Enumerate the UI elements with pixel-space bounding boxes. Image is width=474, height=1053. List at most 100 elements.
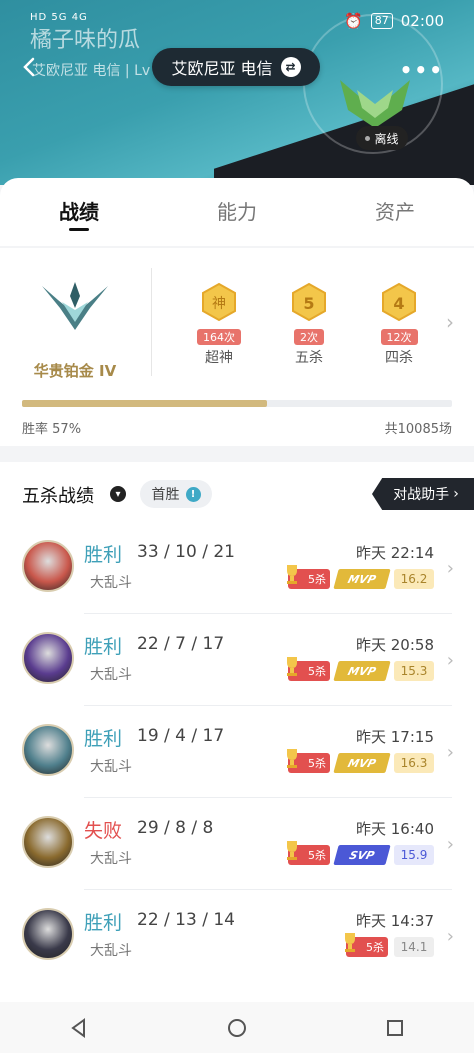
server-name: 艾欧尼亚 电信 xyxy=(171,59,273,78)
chevron-right-icon: › xyxy=(446,834,454,855)
match-row[interactable]: 胜利 22 / 7 / 17 大乱斗 昨天 20:58 › 5杀 MVP 15.3 xyxy=(0,614,474,706)
badge-glyph: 4 xyxy=(393,294,404,313)
tab-bar: 战绩 能力 资产 xyxy=(0,178,474,246)
chevron-right-icon[interactable]: › xyxy=(446,310,454,334)
match-kda: 29 / 8 / 8 xyxy=(137,818,214,838)
champion-avatar xyxy=(22,908,74,960)
square-recents-icon xyxy=(387,1019,403,1036)
rank-tier: 华贵铂金 IV xyxy=(33,362,117,380)
badge-quadrakill[interactable]: 4 12次 四杀 xyxy=(368,282,430,367)
mvp-tag: MVP xyxy=(333,569,391,589)
profile-header: 离线 HD 5G 4G ⏰ 87 02:00 橘子味的瓜 艾欧尼亚 电信 | L… xyxy=(0,0,474,185)
more-icon[interactable]: ••• xyxy=(400,58,444,82)
clock: 02:00 xyxy=(400,12,444,30)
assistant-label: 对战助手 xyxy=(393,487,450,503)
match-row[interactable]: 失败 29 / 8 / 8 大乱斗 昨天 16:40 › 5杀 SVP 15.9 xyxy=(0,798,474,890)
pentakill-tag-label: 5杀 xyxy=(308,665,326,678)
nav-home-button[interactable] xyxy=(217,1008,257,1048)
battle-assistant-button[interactable]: 对战助手 › xyxy=(372,478,474,510)
battery-indicator: 87 xyxy=(370,13,393,29)
champion-avatar xyxy=(22,632,74,684)
match-mode: 大乱斗 xyxy=(90,943,132,959)
match-result: 胜利 xyxy=(84,636,123,658)
badge-godlike[interactable]: 神 164次 超神 xyxy=(188,282,250,367)
chevron-right-icon: › xyxy=(453,486,459,502)
badge-label: 四杀 xyxy=(385,350,413,366)
score-tag: 16.2 xyxy=(394,569,434,589)
match-result: 失败 xyxy=(84,820,123,842)
rank-summary: 华贵铂金 IV 神 164次 超神 5 2次 五杀 4 12次 四杀 › 胜率 … xyxy=(0,248,474,446)
trophy-icon xyxy=(345,933,355,952)
mvp-tag: SVP xyxy=(333,845,391,865)
score-tag: 14.1 xyxy=(394,937,434,957)
first-win-filter[interactable]: 首胜 ! xyxy=(140,480,212,508)
pentakill-tag: 5杀 xyxy=(287,749,330,773)
score-tag: 16.3 xyxy=(394,753,434,773)
chevron-right-icon: › xyxy=(446,742,454,763)
pentakill-badge-icon: 5 xyxy=(292,282,326,322)
trophy-icon xyxy=(287,565,297,584)
mvp-tag: MVP xyxy=(333,753,391,773)
pentakill-tag-label: 5杀 xyxy=(308,849,326,862)
match-mode: 大乱斗 xyxy=(90,667,132,683)
match-time: 昨天 14:37 xyxy=(356,912,434,930)
chevron-down-icon[interactable]: ▾ xyxy=(110,486,126,502)
mvp-tag: MVP xyxy=(333,661,391,681)
tab-record[interactable]: 战绩 xyxy=(0,178,158,246)
divider xyxy=(151,268,152,376)
match-mode: 大乱斗 xyxy=(90,575,132,591)
rank-emblem-icon xyxy=(42,282,108,330)
match-mode: 大乱斗 xyxy=(90,759,132,775)
pentakill-tag-label: 5杀 xyxy=(308,757,326,770)
pentakill-tag-label: 5杀 xyxy=(308,573,326,586)
match-kda: 33 / 10 / 21 xyxy=(137,542,235,562)
badge-count: 2次 xyxy=(294,329,324,345)
swap-icon: ⇄ xyxy=(280,57,301,77)
badge-label: 超神 xyxy=(205,350,233,366)
godlike-badge-icon: 神 xyxy=(202,282,236,322)
badge-pentakill[interactable]: 5 2次 五杀 xyxy=(278,282,340,367)
badge-glyph: 神 xyxy=(212,296,226,312)
match-time: 昨天 17:15 xyxy=(356,728,434,746)
nav-back-button[interactable] xyxy=(59,1008,99,1048)
chevron-right-icon: › xyxy=(446,926,454,947)
nav-recents-button[interactable] xyxy=(375,1008,415,1048)
info-icon: ! xyxy=(185,486,201,502)
pentakill-tag: 5杀 xyxy=(287,841,330,865)
match-row[interactable]: 胜利 33 / 10 / 21 大乱斗 昨天 22:14 › 5杀 MVP 16.2 xyxy=(0,522,474,614)
match-row[interactable]: 胜利 19 / 4 / 17 大乱斗 昨天 17:15 › 5杀 MVP 16.3 xyxy=(0,706,474,798)
trophy-icon xyxy=(287,657,297,676)
total-games: 共10085场 xyxy=(384,422,452,437)
status-dot-icon xyxy=(365,135,371,141)
alarm-icon: ⏰ xyxy=(344,12,363,30)
pentakill-tag: 5杀 xyxy=(287,657,330,681)
trophy-icon xyxy=(287,841,297,860)
watermark: 橘子味的瓜 xyxy=(30,28,141,53)
chevron-right-icon: › xyxy=(446,558,454,579)
win-rate-caption: 胜率 xyxy=(22,422,49,437)
match-tags: 5杀 MVP 16.3 xyxy=(287,749,434,773)
badge-count: 12次 xyxy=(380,329,418,345)
online-status-badge: 离线 xyxy=(356,126,408,150)
system-nav-bar xyxy=(0,1002,474,1053)
server-switch-button[interactable]: 艾欧尼亚 电信 ⇄ xyxy=(152,48,320,86)
tab-assets[interactable]: 资产 xyxy=(316,178,474,246)
match-result: 胜利 xyxy=(84,912,123,934)
champion-avatar xyxy=(22,724,74,776)
score-tag: 15.3 xyxy=(394,661,434,681)
circle-home-icon xyxy=(228,1018,246,1037)
win-rate-label: 胜率 57% xyxy=(22,418,81,437)
win-rate-fill xyxy=(22,400,268,407)
champion-avatar xyxy=(22,540,74,592)
tab-ability[interactable]: 能力 xyxy=(158,178,316,246)
match-result: 胜利 xyxy=(84,544,123,566)
win-rate-value: 57% xyxy=(52,422,82,437)
first-win-label: 首胜 xyxy=(151,487,180,503)
match-kda: 22 / 13 / 14 xyxy=(137,910,235,930)
status-right: ⏰ 87 02:00 xyxy=(344,12,444,30)
match-tags: 5杀 SVP 15.9 xyxy=(287,841,434,865)
match-mode: 大乱斗 xyxy=(90,851,132,867)
score-tag: 15.9 xyxy=(394,845,434,865)
badge-glyph: 5 xyxy=(303,294,314,313)
match-row[interactable]: 胜利 22 / 13 / 14 大乱斗 昨天 14:37 › 5杀 14.1 xyxy=(0,890,474,982)
